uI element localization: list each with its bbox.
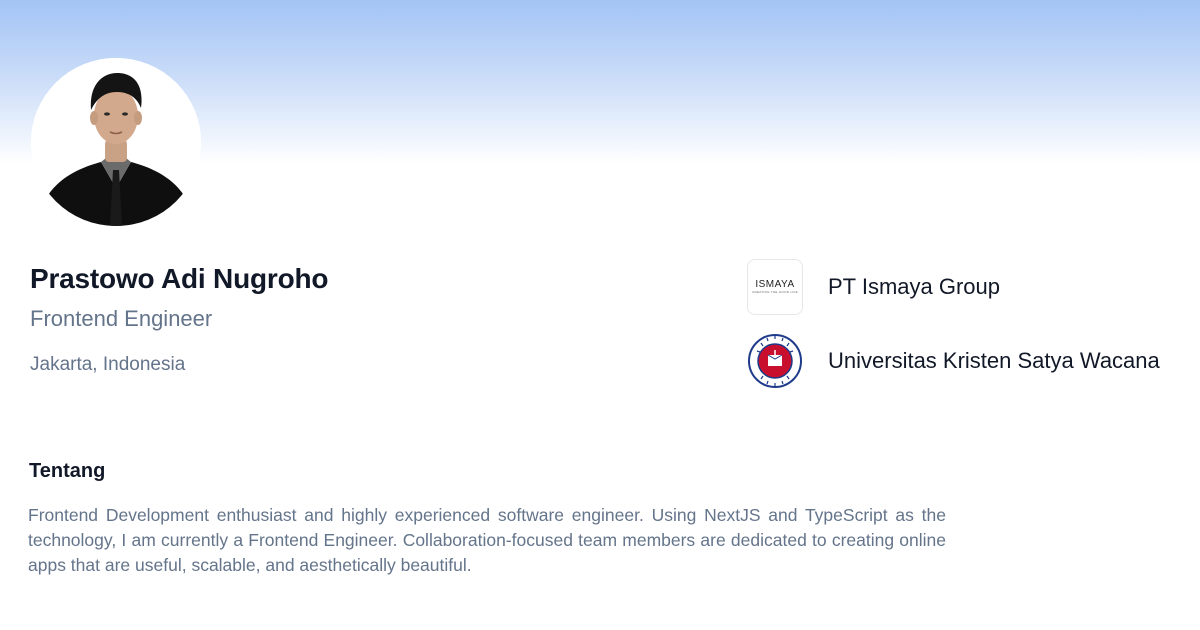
uksw-seal-logo — [747, 333, 803, 389]
organization-name: Universitas Kristen Satya Wacana — [828, 348, 1160, 373]
profile-name: Prastowo Adi Nugroho — [30, 263, 329, 294]
organization-item-ismaya[interactable]: ISMAYA CREATING THE GOOD LIFE PT Ismaya … — [747, 259, 1000, 315]
avatar — [31, 58, 201, 226]
profile-role: Frontend Engineer — [30, 306, 213, 331]
ismaya-logo-text: ISMAYA — [755, 278, 795, 290]
about-description: Frontend Development enthusiast and high… — [28, 505, 946, 575]
organization-item-uksw[interactable]: Universitas Kristen Satya Wacana — [747, 333, 1160, 389]
ismaya-logo-tagline: CREATING THE GOOD LIFE — [752, 289, 798, 294]
ismaya-logo: ISMAYA CREATING THE GOOD LIFE — [747, 259, 803, 315]
profile-location: Jakarta, Indonesia — [30, 354, 186, 375]
organization-name: PT Ismaya Group — [828, 274, 1000, 299]
about-section-title: Tentang — [29, 460, 106, 482]
avatar-photo — [31, 58, 201, 226]
